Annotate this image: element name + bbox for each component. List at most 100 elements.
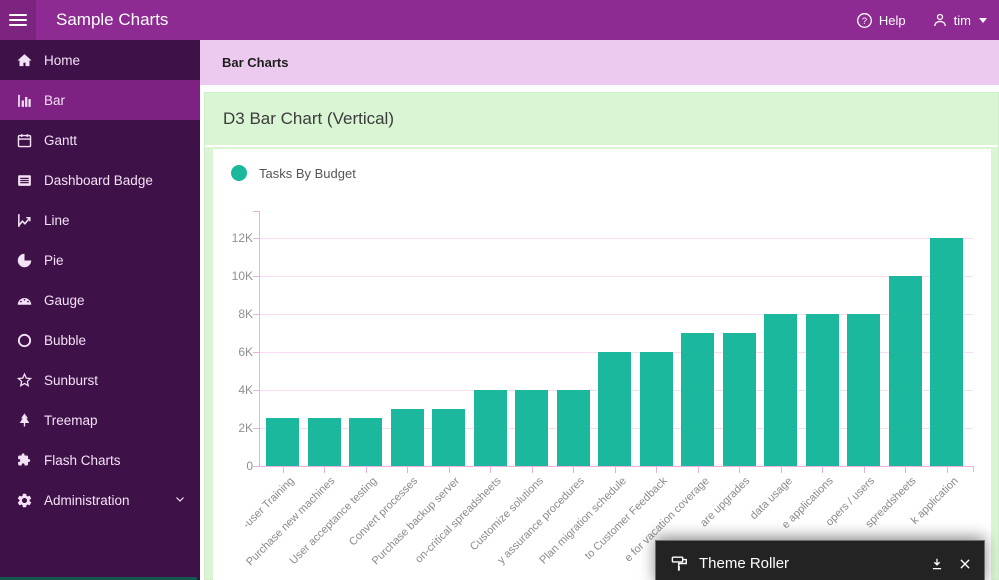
app-window: Sample Charts ? Help tim Home (0, 0, 999, 580)
puzzle-icon (14, 452, 34, 469)
line-chart-icon (14, 212, 34, 229)
calendar-icon (14, 132, 34, 149)
breadcrumb: Bar Charts (200, 40, 999, 85)
x-axis-tick (532, 467, 533, 473)
x-axis-tick (490, 467, 491, 473)
download-icon[interactable] (930, 557, 944, 571)
circle-icon (14, 332, 34, 349)
help-button[interactable]: ? Help (856, 12, 906, 29)
sidebar-item-home[interactable]: Home (0, 40, 200, 80)
gear-icon (14, 492, 34, 509)
y-axis-end-tick (253, 211, 259, 212)
theme-roller-title: Theme Roller (699, 555, 789, 572)
x-axis-tick (947, 467, 948, 473)
bar[interactable] (723, 333, 756, 466)
bar[interactable] (764, 314, 797, 466)
bar[interactable] (349, 418, 382, 466)
sidebar-item-sunburst[interactable]: Sunburst (0, 360, 200, 400)
bar-chart-icon (14, 92, 34, 109)
pie-chart-icon (14, 252, 34, 269)
x-axis-tick (573, 467, 574, 473)
x-axis-tick (407, 467, 408, 473)
sidebar-item-gantt[interactable]: Gantt (0, 120, 200, 160)
chart-panel-body: Tasks By Budget 02K4K6K8K10K12K-user Tra… (213, 149, 991, 580)
bar[interactable] (889, 276, 922, 466)
sidebar-item-administration[interactable]: Administration (0, 480, 200, 520)
sidebar-item-gauge[interactable]: Gauge (0, 280, 200, 320)
bar[interactable] (308, 418, 341, 466)
x-axis-tick (449, 467, 450, 473)
x-axis-tick (864, 467, 865, 473)
x-axis-tick (739, 467, 740, 473)
chevron-down-icon (174, 493, 186, 508)
x-axis-tick (656, 467, 657, 473)
gridline (259, 238, 973, 239)
svg-text:?: ? (862, 15, 867, 25)
chart-panel: D3 Bar Chart (Vertical) Tasks By Budget … (204, 92, 999, 580)
menu-toggle-button[interactable] (0, 0, 36, 40)
bar[interactable] (266, 418, 299, 466)
close-icon[interactable] (958, 557, 972, 571)
y-tick-label: 8K (213, 307, 253, 321)
theme-roller-panel[interactable]: Theme Roller (655, 540, 985, 580)
x-tick-label: Customize solutions (467, 475, 545, 553)
bar[interactable] (474, 390, 507, 466)
gridline (259, 276, 973, 277)
top-navbar: Sample Charts ? Help tim (0, 0, 999, 40)
sidebar-nav: Home Bar Gantt Dashboard Badge Line Pie … (0, 40, 200, 580)
main-content: Bar Charts D3 Bar Chart (Vertical) Tasks… (200, 40, 999, 580)
sidebar-item-dashboard-badge[interactable]: Dashboard Badge (0, 160, 200, 200)
y-tick-label: 10K (213, 269, 253, 283)
user-icon (932, 12, 948, 28)
x-axis-tick (822, 467, 823, 473)
y-tick-label: 12K (213, 231, 253, 245)
x-tick-label: on-critical spreadsheets (413, 475, 504, 566)
bar[interactable] (847, 314, 880, 466)
bar[interactable] (806, 314, 839, 466)
bar-chart: 02K4K6K8K10K12K-user TrainingPurchase ne… (213, 149, 991, 580)
bar[interactable] (640, 352, 673, 466)
star-icon (14, 372, 34, 389)
y-tick-label: 6K (213, 345, 253, 359)
page-title: Bar Charts (222, 55, 288, 70)
bar[interactable] (930, 238, 963, 466)
bar[interactable] (515, 390, 548, 466)
user-menu[interactable]: tim (932, 12, 987, 28)
chart-panel-header: D3 Bar Chart (Vertical) (205, 93, 998, 147)
y-tick-label: 2K (213, 421, 253, 435)
help-label: Help (879, 13, 906, 28)
user-name: tim (954, 13, 971, 28)
x-axis-end-tick (973, 466, 974, 472)
y-axis-line (259, 211, 260, 466)
y-tick-label: 4K (213, 383, 253, 397)
x-axis-tick (615, 467, 616, 473)
x-axis-tick (698, 467, 699, 473)
sidebar-item-flash-charts[interactable]: Flash Charts (0, 440, 200, 480)
bar[interactable] (432, 409, 465, 466)
user-caret-down-icon (979, 18, 987, 23)
sidebar-item-treemap[interactable]: Treemap (0, 400, 200, 440)
bar[interactable] (557, 390, 590, 466)
x-axis-tick (905, 467, 906, 473)
theme-roller-actions (930, 557, 972, 571)
hamburger-icon (9, 11, 27, 29)
x-axis-tick (366, 467, 367, 473)
list-icon (14, 172, 34, 189)
sidebar-item-bar[interactable]: Bar (0, 80, 200, 120)
sidebar-item-pie[interactable]: Pie (0, 240, 200, 280)
tree-icon (14, 412, 34, 429)
x-axis-tick (283, 467, 284, 473)
bar[interactable] (681, 333, 714, 466)
app-title: Sample Charts (56, 0, 168, 40)
paint-roller-icon (670, 554, 689, 573)
sidebar-item-bubble[interactable]: Bubble (0, 320, 200, 360)
chart-panel-title: D3 Bar Chart (Vertical) (223, 109, 394, 129)
bar[interactable] (391, 409, 424, 466)
home-icon (14, 52, 34, 69)
help-icon: ? (856, 12, 873, 29)
x-axis-tick (324, 467, 325, 473)
gauge-icon (14, 292, 34, 309)
bar[interactable] (598, 352, 631, 466)
sidebar-item-line[interactable]: Line (0, 200, 200, 240)
topbar-right: ? Help tim (856, 0, 987, 40)
